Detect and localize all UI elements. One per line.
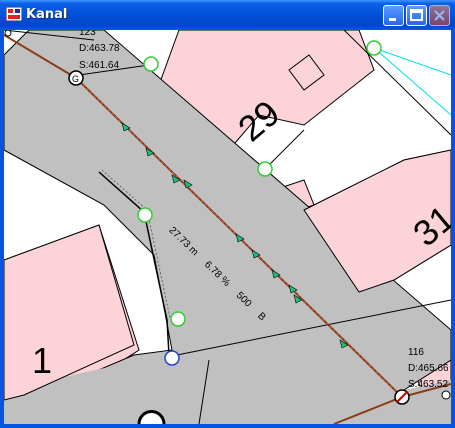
- svg-text:G: G: [72, 74, 79, 84]
- maximize-icon: [410, 9, 423, 21]
- map-drawing: G: [4, 30, 451, 424]
- node-bottom-id: 116: [408, 347, 424, 358]
- map-canvas[interactable]: G 123 D:463.78 S:461.64 116 D:465.66 S:4…: [4, 30, 451, 424]
- node-bottom-sole: S:463.52: [408, 379, 449, 390]
- title-bar[interactable]: Kanal: [0, 0, 455, 30]
- close-icon: [434, 10, 445, 21]
- window-frame-bottom: [0, 424, 455, 428]
- node-bottom-depth: D:465.66: [408, 363, 449, 374]
- node-top-id: 123: [79, 30, 96, 38]
- node-top-sole: S:461.64: [79, 60, 120, 71]
- maximize-button[interactable]: [406, 5, 427, 26]
- close-button[interactable]: [429, 5, 450, 26]
- node-top-depth: D:463.78: [79, 43, 120, 54]
- minimize-icon: [389, 18, 396, 21]
- window-title: Kanal: [26, 7, 68, 22]
- window-frame-right: [451, 30, 455, 428]
- parcel-label-1: 1: [32, 340, 53, 381]
- application-window: Kanal G 123 D:463.78 S:461.64 116 D:465.…: [0, 0, 455, 428]
- app-icon: [6, 7, 22, 21]
- minimize-button[interactable]: [383, 5, 404, 26]
